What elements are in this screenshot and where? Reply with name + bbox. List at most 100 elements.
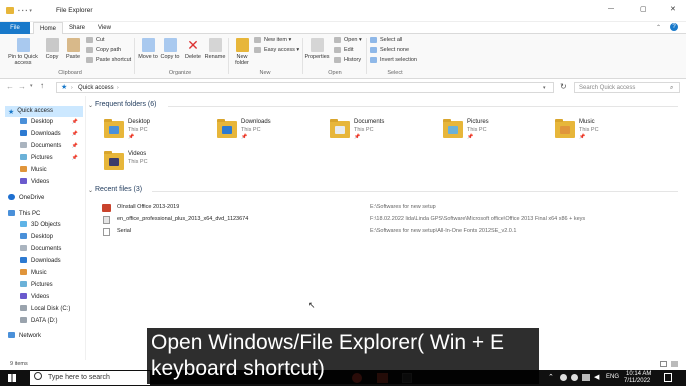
folder-tile-downloads[interactable]: Downloads This PC 📌 [217,118,327,144]
recent-locations-chevron-icon[interactable]: ▾ [30,83,33,89]
paste-shortcut-button[interactable]: Paste shortcut [86,56,131,65]
folder-tile-music[interactable]: Music This PC 📌 [555,118,665,144]
nav-item-documents[interactable]: Documents 📌 [20,141,84,152]
folder-tile-pictures[interactable]: Pictures This PC 📌 [443,118,553,144]
nav-pc-pictures[interactable]: Pictures [20,280,53,291]
new-item-button[interactable]: New item ▾ [254,36,291,45]
move-to-button[interactable]: Move to [138,38,158,60]
nav-pc-downloads[interactable]: Downloads [20,256,61,267]
volume-icon[interactable]: ◀ [594,373,599,381]
delete-button[interactable]: ✕ Delete [182,38,204,60]
nav-pc-local-disk[interactable]: Local Disk (C:) [20,304,70,315]
nav-pc-documents[interactable]: Documents [20,244,61,255]
folder-tile-videos[interactable]: Videos This PC [104,150,214,176]
network-tray-icon[interactable] [582,374,590,381]
quick-access-toolbar[interactable]: ▪▪▪▾ [18,8,46,14]
details-view-icon[interactable] [660,361,667,367]
copy-path-button[interactable]: Copy path [86,46,121,55]
nav-item-desktop[interactable]: Desktop 📌 [20,117,84,128]
recent-files-header[interactable]: Recent files (3) [95,186,142,193]
collapse-chevron-icon[interactable]: ⌄ [88,187,93,194]
paste-button[interactable]: Paste [63,38,83,60]
tray-app-icon[interactable] [571,374,578,381]
nav-pc-videos[interactable]: Videos [20,292,49,303]
copy-to-button[interactable]: Copy to [160,38,180,60]
maximize-button[interactable]: ▢ [640,5,647,13]
clock-date[interactable]: 7/11/2022 [624,378,650,384]
nav-item-videos[interactable]: Videos [20,177,84,188]
open-button[interactable]: Open ▾ [334,36,362,45]
close-button[interactable]: ✕ [670,5,676,13]
search-box[interactable]: Search Quick access ⌕ [574,82,680,93]
rename-button[interactable]: Rename [204,38,226,60]
tab-home[interactable]: Home [33,22,64,34]
move-to-label: Move to [138,54,158,60]
drive-icon [20,317,27,324]
notifications-icon[interactable] [664,373,672,382]
nav-this-pc[interactable]: This PC [8,209,40,220]
nav-item-label: Music [31,167,47,173]
easy-access-icon [254,46,261,53]
history-icon [334,56,341,63]
address-dropdown-chevron-icon[interactable]: ▾ [543,83,546,93]
nav-item-pictures[interactable]: Pictures 📌 [20,153,84,164]
recent-file-row[interactable]: Serial E:\Softwares for new setup\All-In… [102,226,678,237]
recent-file-row[interactable]: OInstall Office 2013-2019 E:\Softwares f… [102,202,678,213]
ribbon-collapse-icon[interactable]: ⌃ [656,24,661,31]
forward-arrow-icon[interactable]: → [18,82,26,91]
easy-access-button[interactable]: Easy access ▾ [254,46,299,55]
large-icons-view-icon[interactable] [671,361,678,367]
tab-file[interactable]: File [0,22,30,34]
nav-item-downloads[interactable]: Downloads 📌 [20,129,84,140]
taskbar-search-box[interactable]: Type here to search [30,371,150,385]
nav-pc-data-drive[interactable]: DATA (D:) [20,316,57,327]
language-indicator[interactable]: ENG [606,374,619,380]
nav-onedrive[interactable]: OneDrive [8,193,44,204]
properties-button[interactable]: Properties [303,38,331,60]
refresh-icon[interactable]: ↻ [560,82,567,91]
nav-quick-access-label: Quick access [17,108,53,114]
windows-start-icon[interactable] [8,374,16,382]
pin-to-quick-access-button[interactable]: Pin to Quick access [6,38,40,66]
nav-quick-access[interactable]: ★ Quick access [5,106,83,117]
copy-button[interactable]: Copy [42,38,62,60]
drive-icon [20,305,27,312]
nav-item-music[interactable]: Music [20,165,84,176]
recent-file-row[interactable]: en_office_professional_plus_2013_x64_dvd… [102,214,678,225]
ribbon-tabs: File Home Share View ⌃ ? [0,22,686,34]
tray-overflow-icon[interactable]: ⌃ [548,373,554,381]
up-arrow-icon[interactable]: ↑ [40,81,44,90]
clock-time[interactable]: 10:14 AM [626,371,651,377]
copy-label: Copy [45,54,59,60]
frequent-folders-header[interactable]: Frequent folders (6) [95,101,156,108]
select-none-button[interactable]: Select none [370,46,409,55]
tray-app-icon[interactable] [560,374,567,381]
collapse-chevron-icon[interactable]: ⌄ [88,102,93,109]
nav-network[interactable]: Network [8,331,41,342]
pin-icon: 📌 [354,134,361,140]
search-placeholder: Search Quick access [579,85,636,91]
title-bar: ▪▪▪▾ File Explorer — ▢ ✕ [0,0,686,22]
address-field[interactable]: ★ › Quick access › ▾ [56,82,554,93]
help-icon[interactable]: ? [670,23,678,31]
folder-tile-desktop[interactable]: Desktop This PC 📌 [104,118,214,144]
nav-pc-3d-objects[interactable]: 3D Objects [20,220,61,231]
nav-item-label: Documents [31,143,62,149]
nav-pc-music[interactable]: Music [20,268,47,279]
edit-button[interactable]: Edit [334,46,353,55]
nav-pc-desktop[interactable]: Desktop [20,232,53,243]
tab-view[interactable]: View [92,22,117,34]
nav-network-label: Network [19,333,42,339]
back-arrow-icon[interactable]: ← [6,82,14,91]
pin-icon: 📌 [467,134,474,140]
minimize-button[interactable]: — [608,6,614,12]
history-button[interactable]: History [334,56,361,65]
select-all-button[interactable]: Select all [370,36,402,45]
new-folder-button[interactable]: New folder [232,38,252,66]
tab-share[interactable]: Share [63,22,91,34]
delete-x-icon: ✕ [187,37,199,53]
invert-selection-button[interactable]: Invert selection [370,56,417,65]
nav-this-pc-label: This PC [19,211,41,217]
cut-button[interactable]: Cut [86,36,105,45]
folder-tile-documents[interactable]: Documents This PC 📌 [330,118,440,144]
